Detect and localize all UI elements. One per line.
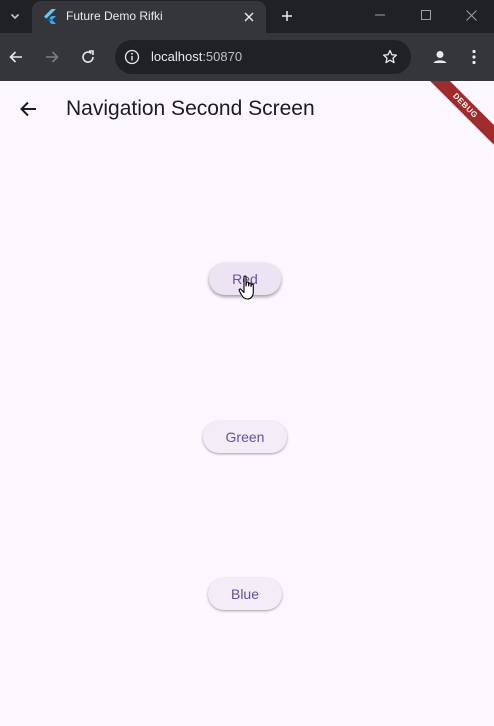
forward-nav-button[interactable] [40, 45, 64, 69]
app-bar: Navigation Second Screen [0, 81, 494, 137]
flutter-icon [44, 9, 56, 24]
address-host: localhost [151, 49, 203, 64]
new-tab-button[interactable] [276, 5, 298, 27]
address-url: localhost:50870 [151, 49, 242, 64]
maximize-button[interactable] [403, 0, 449, 30]
plus-icon [282, 11, 292, 21]
arrow-right-icon [46, 51, 59, 63]
address-bar[interactable]: localhost:50870 [115, 40, 411, 74]
browser-tab-strip: Future Demo Rifki [0, 0, 494, 33]
maximize-icon [421, 10, 431, 20]
back-button[interactable] [8, 89, 48, 129]
app-viewport: Navigation Second Screen DEBUG Red Green… [0, 81, 494, 726]
close-icon [465, 9, 477, 21]
browser-toolbar: localhost:50870 [0, 33, 494, 81]
browser-menu-button[interactable] [466, 45, 482, 69]
browser-tab-active[interactable]: Future Demo Rifki [32, 1, 266, 33]
close-icon [244, 12, 254, 22]
bookmark-button[interactable] [381, 48, 399, 66]
arrow-left-icon [9, 51, 22, 63]
tab-close-button[interactable] [240, 8, 258, 26]
back-nav-button[interactable] [4, 45, 28, 69]
close-window-button[interactable] [448, 0, 494, 30]
hand-pointer-icon [238, 275, 254, 300]
green-button[interactable]: Green [203, 421, 287, 453]
page-title: Navigation Second Screen [66, 97, 315, 120]
minimize-button[interactable] [357, 0, 403, 30]
arrow-left-icon [20, 101, 36, 117]
profile-icon [429, 46, 451, 68]
kebab-menu-icon [472, 49, 476, 65]
reload-button[interactable] [76, 45, 100, 69]
minimize-icon [375, 14, 385, 16]
info-icon [124, 49, 140, 65]
blue-button[interactable]: Blue [208, 578, 282, 610]
tab-search-button[interactable] [4, 5, 26, 27]
star-icon [382, 49, 398, 64]
site-info-button[interactable] [123, 48, 141, 66]
address-port: :50870 [202, 49, 243, 64]
reload-icon [82, 50, 94, 63]
profile-button[interactable] [428, 45, 452, 69]
chevron-down-icon [10, 13, 20, 20]
tab-title: Future Demo Rifki [66, 9, 163, 23]
